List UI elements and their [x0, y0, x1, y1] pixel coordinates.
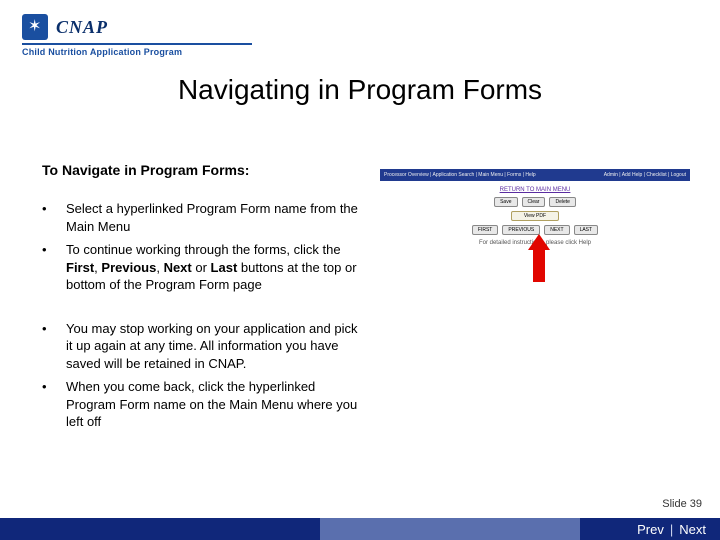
slide-number: Slide 39: [662, 498, 702, 510]
nav-separator: |: [670, 522, 673, 537]
last-button: LAST: [574, 225, 599, 235]
slide: CNAP Child Nutrition Application Program…: [0, 0, 720, 540]
logo-icon: [22, 14, 48, 40]
navbar-right: Admin | Add Help | Checklist | Logout: [604, 172, 686, 178]
footer-accent: [320, 518, 580, 540]
logo-subtitle: Child Nutrition Application Program: [22, 47, 252, 57]
view-pdf-button: View PDF: [511, 211, 559, 221]
logo-acronym: CNAP: [56, 17, 108, 38]
bullet-text: When you come back, click the hyperlinke…: [66, 378, 362, 431]
arrow-up-icon: [528, 234, 550, 282]
logo-divider: [22, 43, 252, 45]
list-item: • Select a hyperlinked Program Form name…: [42, 200, 362, 235]
bullet-text: You may stop working on your application…: [66, 320, 362, 373]
prev-link[interactable]: Prev: [637, 522, 664, 537]
list-item: • To continue working through the forms,…: [42, 241, 362, 294]
footer-nav: Prev | Next: [637, 518, 706, 540]
bullet-icon: •: [42, 320, 66, 373]
list-item: • You may stop working on your applicati…: [42, 320, 362, 373]
bullet-icon: •: [42, 241, 66, 294]
bullet-text: To continue working through the forms, c…: [66, 241, 362, 294]
bullet-icon: •: [42, 378, 66, 431]
clear-button: Clear: [522, 197, 546, 207]
list-item: • When you come back, click the hyperlin…: [42, 378, 362, 431]
next-link[interactable]: Next: [679, 522, 706, 537]
bullet-icon: •: [42, 200, 66, 235]
bullet-text: Select a hyperlinked Program Form name f…: [66, 200, 362, 235]
first-button: FIRST: [472, 225, 498, 235]
brand-logo: CNAP Child Nutrition Application Program: [22, 14, 252, 57]
return-link: RETURN TO MAIN MENU: [380, 187, 690, 193]
section-heading: To Navigate in Program Forms:: [42, 162, 249, 178]
navbar-left: Processor Overview | Application Search …: [384, 172, 536, 178]
bullet-list: • Select a hyperlinked Program Form name…: [42, 200, 362, 437]
screenshot-navbar: Processor Overview | Application Search …: [380, 169, 690, 181]
list-gap: [42, 300, 362, 314]
delete-button: Delete: [549, 197, 575, 207]
page-title: Navigating in Program Forms: [0, 74, 720, 106]
save-button: Save: [494, 197, 517, 207]
